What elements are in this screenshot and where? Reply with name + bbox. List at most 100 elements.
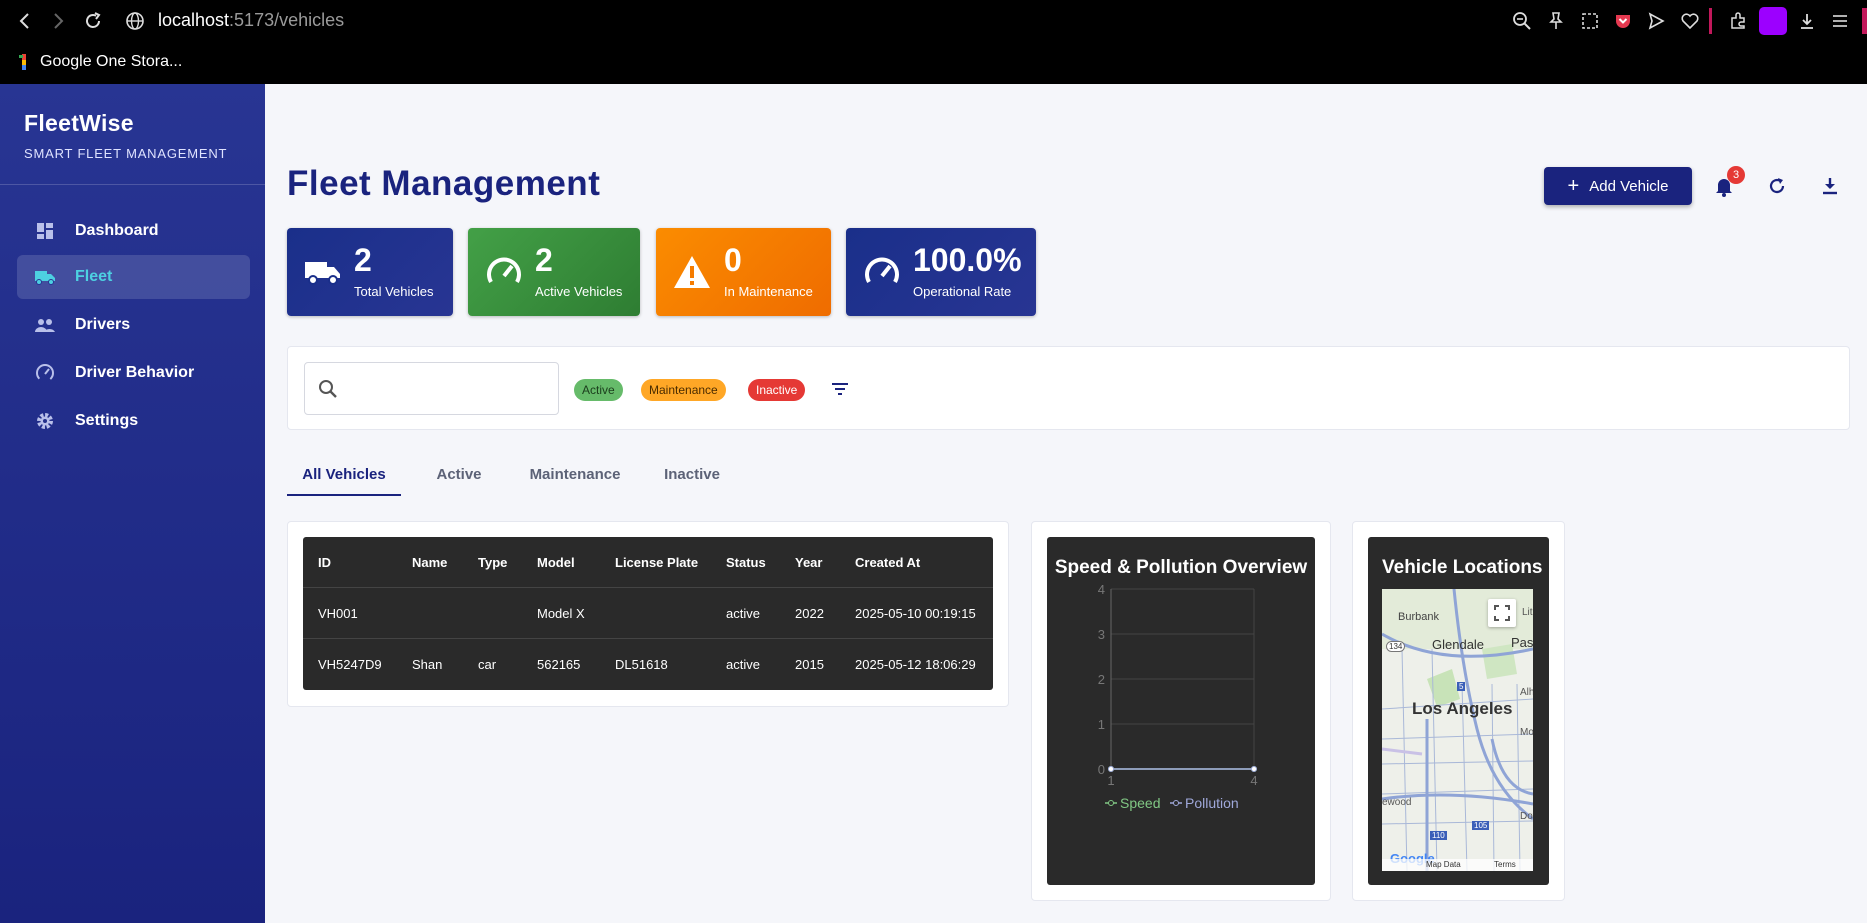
speedometer-icon bbox=[33, 361, 57, 385]
brand-title[interactable]: FleetWise bbox=[24, 110, 227, 137]
profile-avatar[interactable] bbox=[1759, 7, 1787, 35]
map-data-link[interactable]: Map Data bbox=[1426, 860, 1461, 869]
x-tick-label: 4 bbox=[1250, 773, 1257, 788]
brand-subtitle: SMART FLEET MANAGEMENT bbox=[24, 146, 228, 161]
screenshot-icon[interactable] bbox=[1578, 9, 1602, 33]
speedometer-icon bbox=[487, 257, 521, 283]
data-point bbox=[1251, 766, 1257, 772]
filter-icon[interactable] bbox=[828, 377, 852, 401]
stat-card-operational-rate: 100.0% Operational Rate bbox=[846, 228, 1036, 316]
google-one-icon bbox=[19, 54, 26, 70]
map-label: Pasa bbox=[1511, 635, 1533, 650]
column-header[interactable]: Model bbox=[537, 537, 575, 587]
cell-year: 2015 bbox=[795, 656, 824, 672]
legend-label: Pollution bbox=[1185, 795, 1239, 811]
highway-shield: 134 bbox=[1386, 641, 1406, 652]
stat-card-in-maintenance: 0 In Maintenance bbox=[656, 228, 831, 316]
sidebar-item-driver-behavior[interactable]: Driver Behavior bbox=[17, 351, 250, 395]
cell-name: Shan bbox=[412, 656, 443, 672]
stat-value: 100.0% bbox=[913, 242, 1022, 278]
stat-label: Operational Rate bbox=[913, 284, 1012, 299]
pocket-icon[interactable] bbox=[1611, 9, 1635, 33]
forward-icon[interactable] bbox=[45, 8, 71, 34]
sidebar-item-dashboard[interactable]: Dashboard bbox=[17, 209, 250, 253]
sidebar-item-fleet[interactable]: Fleet bbox=[17, 255, 250, 299]
stat-label: In Maintenance bbox=[724, 284, 813, 299]
cell-id: VH001 bbox=[318, 605, 358, 621]
sidebar-item-settings[interactable]: Settings bbox=[17, 399, 250, 443]
export-button[interactable] bbox=[1814, 170, 1846, 202]
column-header[interactable]: License Plate bbox=[615, 537, 698, 587]
refresh-button[interactable] bbox=[1761, 170, 1793, 202]
column-header[interactable]: Status bbox=[726, 537, 766, 587]
column-header[interactable]: Name bbox=[412, 537, 447, 587]
menu-icon[interactable] bbox=[1828, 9, 1852, 33]
cell-created-at: 2025-05-12 18:06:29 bbox=[855, 656, 976, 672]
sidebar-item-label: Drivers bbox=[75, 316, 131, 333]
sidebar-item-drivers[interactable]: Drivers bbox=[17, 303, 250, 347]
stat-card-active-vehicles: 2 Active Vehicles bbox=[468, 228, 640, 316]
search-field[interactable] bbox=[347, 375, 551, 403]
sidebar-item-label: Driver Behavior bbox=[75, 364, 195, 381]
filter-bar: Active Maintenance Inactive bbox=[287, 346, 1850, 430]
extensions-icon[interactable] bbox=[1726, 9, 1750, 33]
sidebar-item-label: Settings bbox=[75, 412, 139, 429]
map-background bbox=[1382, 589, 1533, 871]
map-label: Lit bbox=[1522, 607, 1533, 618]
map-label: Mo bbox=[1520, 727, 1533, 738]
pin-icon[interactable] bbox=[1544, 9, 1568, 33]
fullscreen-button[interactable] bbox=[1488, 599, 1516, 627]
back-icon[interactable] bbox=[12, 8, 38, 34]
y-tick-label: 2 bbox=[1098, 672, 1105, 687]
tab-all-vehicles[interactable]: All Vehicles bbox=[287, 454, 401, 496]
sidebar-item-label: Fleet bbox=[75, 268, 113, 285]
download-icon bbox=[1823, 178, 1837, 195]
map-view[interactable]: Burbank Glendale Pasa Los Angeles Alh Mo… bbox=[1382, 589, 1533, 871]
chip-maintenance[interactable]: Maintenance bbox=[641, 379, 726, 401]
search-input[interactable] bbox=[304, 362, 559, 415]
vehicles-table-card: ID Name Type Model License Plate Status … bbox=[287, 521, 1009, 707]
column-header[interactable]: ID bbox=[318, 537, 331, 587]
vehicle-locations-card: Vehicle Locations Burbank Glendale Pasa … bbox=[1352, 521, 1565, 901]
map-terms-link[interactable]: Terms bbox=[1494, 860, 1516, 869]
y-tick-label: 1 bbox=[1098, 717, 1105, 732]
map-label: Burbank bbox=[1398, 611, 1439, 623]
stat-label: Active Vehicles bbox=[535, 284, 623, 299]
fullscreen-icon bbox=[1494, 605, 1510, 621]
highway-shield: 5 bbox=[1457, 682, 1466, 691]
add-vehicle-button[interactable]: + Add Vehicle bbox=[1544, 167, 1692, 205]
table-row[interactable]: VH5247D9 Shan car 562165 DL51618 active … bbox=[303, 639, 993, 689]
map-label: ewood bbox=[1382, 797, 1412, 808]
x-tick-label: 1 bbox=[1107, 773, 1114, 788]
chip-active[interactable]: Active bbox=[574, 379, 623, 401]
tab-active[interactable]: Active bbox=[427, 454, 491, 494]
site-info-icon[interactable] bbox=[122, 8, 148, 34]
stat-value: 2 bbox=[535, 242, 553, 278]
map-label: Los Angeles bbox=[1412, 699, 1513, 718]
send-icon[interactable] bbox=[1644, 9, 1668, 33]
table-row[interactable]: VH001 Model X active 2022 2025-05-10 00:… bbox=[303, 588, 993, 639]
column-header[interactable]: Created At bbox=[855, 537, 920, 587]
notification-badge: 3 bbox=[1727, 166, 1745, 184]
bookmark-google-one[interactable]: Google One Stora... bbox=[18, 52, 182, 72]
tab-maintenance[interactable]: Maintenance bbox=[515, 454, 635, 494]
speedometer-icon bbox=[865, 257, 899, 283]
stat-value: 0 bbox=[724, 242, 742, 278]
tab-inactive[interactable]: Inactive bbox=[657, 454, 727, 494]
map-title: Vehicle Locations bbox=[1382, 557, 1543, 578]
zoom-icon[interactable] bbox=[1510, 9, 1534, 33]
browser-toolbar: localhost:5173/vehicles bbox=[0, 0, 1867, 42]
refresh-icon bbox=[1769, 178, 1785, 194]
download-icon[interactable] bbox=[1795, 9, 1819, 33]
chip-inactive[interactable]: Inactive bbox=[748, 379, 806, 401]
page-title: Fleet Management bbox=[287, 164, 601, 203]
reload-icon[interactable] bbox=[80, 8, 106, 34]
stat-card-total-vehicles: 2 Total Vehicles bbox=[287, 228, 453, 316]
column-header[interactable]: Year bbox=[795, 537, 822, 587]
gear-icon bbox=[33, 409, 57, 433]
column-header[interactable]: Type bbox=[478, 537, 507, 587]
address-bar[interactable]: localhost:5173/vehicles bbox=[158, 10, 344, 31]
cell-status: active bbox=[726, 656, 760, 672]
heart-icon[interactable] bbox=[1678, 9, 1702, 33]
bookmark-label: Google One Stora... bbox=[40, 53, 183, 70]
